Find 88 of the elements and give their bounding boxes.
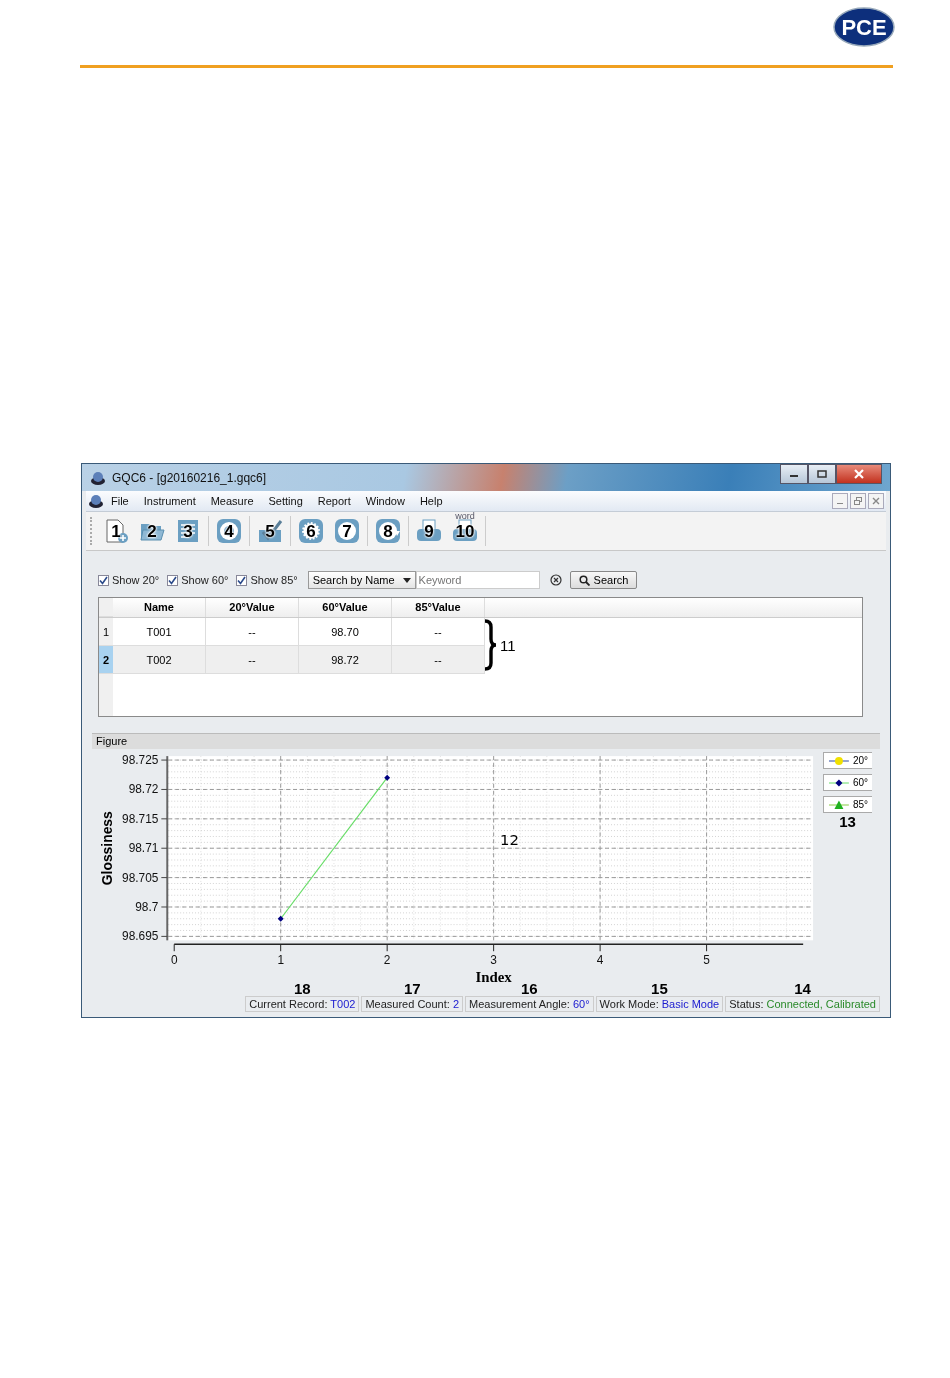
window-title: GQC6 - [g20160216_1.gqc6] — [112, 470, 267, 485]
column-header[interactable]: 85°Value — [392, 598, 485, 617]
data-point — [384, 774, 391, 781]
toolbar-button[interactable]: 7 — [331, 515, 363, 547]
y-tick-label: 98.715 — [122, 811, 159, 826]
table-cell: -- — [392, 646, 485, 674]
brace-icon — [483, 619, 497, 671]
y-tick-label: 98.7 — [135, 899, 159, 914]
new-icon — [103, 518, 129, 544]
status-field: Work Mode: Basic Mode — [595, 996, 724, 1012]
x-tick-label: 0 — [170, 953, 178, 968]
callout-number: 16 — [520, 982, 538, 996]
cycle-icon — [375, 518, 401, 544]
callout-number: 11 — [500, 636, 516, 654]
status-field: Measured Count: 2 — [361, 996, 463, 1012]
logo: PCE — [833, 7, 895, 47]
clear-icon[interactable] — [549, 574, 562, 586]
app-icon — [90, 470, 106, 485]
checkbox-label: Show 20° — [112, 574, 160, 586]
toolbar-button[interactable]: 8 — [372, 515, 404, 547]
restore-icon — [854, 497, 862, 505]
callout-number: 15 — [651, 982, 668, 996]
table-cell: 98.72 — [299, 646, 392, 674]
y-tick-label: 98.695 — [122, 929, 159, 944]
toolbar-button[interactable]: 6 — [295, 515, 327, 547]
toolbar-button[interactable]: 1 — [100, 515, 132, 547]
close-button[interactable] — [836, 464, 882, 484]
column-header[interactable]: 20°Value — [206, 598, 299, 617]
panel-title: Figure — [92, 733, 880, 749]
legend-item: 85° — [823, 796, 872, 813]
x-tick-label: 2 — [383, 953, 391, 968]
checkbox-label: Show 85° — [250, 574, 298, 586]
search-button[interactable]: Search — [569, 571, 638, 589]
close-icon — [853, 469, 865, 479]
menu-item[interactable]: Window — [358, 495, 413, 507]
menu-item[interactable]: Report — [310, 495, 359, 507]
search-mode-dropdown[interactable]: Search by Name — [307, 571, 416, 589]
callout-number: 12 — [500, 831, 519, 850]
y-tick-label: 98.705 — [122, 870, 159, 885]
legend-item: 60° — [823, 774, 872, 791]
y-tick-label: 98.71 — [128, 841, 159, 856]
checkbox[interactable] — [98, 574, 109, 586]
y-tick-label: 98.725 — [122, 753, 159, 768]
menu-item[interactable]: Help — [412, 495, 451, 507]
x-tick-label: 1 — [277, 953, 284, 968]
x-tick-label: 3 — [490, 953, 497, 968]
toolbar-button[interactable]: 2 — [136, 515, 168, 547]
status-field: Status: Connected, Calibrated — [725, 996, 880, 1012]
list-icon — [175, 518, 201, 544]
x-axis-title: Index — [475, 968, 512, 985]
caret-icon — [402, 577, 411, 583]
maximize-button[interactable] — [808, 464, 836, 484]
dial-icon — [298, 518, 324, 544]
search-icon — [578, 574, 590, 586]
close-button[interactable] — [868, 493, 884, 509]
corner-header — [99, 598, 113, 617]
column-header[interactable]: 60°Value — [299, 598, 392, 617]
row-number: 2 — [99, 646, 113, 674]
restore-button[interactable] — [850, 493, 866, 509]
x-tick-label: 4 — [596, 953, 604, 968]
badge-icon — [334, 518, 360, 544]
x-tick-label: 5 — [703, 953, 710, 968]
y-axis-title: Glossiness — [98, 811, 115, 886]
checkbox[interactable] — [167, 574, 179, 586]
checkbox-label: Show 60° — [181, 574, 229, 586]
menu-item[interactable]: Instrument — [136, 495, 204, 507]
callout-number: 13 — [838, 813, 857, 830]
callout-number: 18 — [294, 982, 311, 996]
minimize-button[interactable] — [780, 464, 808, 484]
column-header[interactable]: Name — [113, 598, 206, 617]
maximize-icon — [817, 470, 827, 478]
status-field: Current Record: T002 — [245, 996, 360, 1012]
callout-number: 17 — [403, 982, 421, 996]
status-field: Measurement Angle: 60° — [465, 996, 594, 1012]
callout-number: 14 — [794, 982, 811, 996]
data-point — [277, 915, 284, 922]
keyword-field[interactable]: Keyword — [415, 571, 540, 589]
y-tick-label: 98.72 — [128, 782, 159, 797]
table-cell: -- — [206, 646, 299, 674]
menu-item[interactable]: Measure — [203, 495, 262, 507]
legend-item: 20° — [823, 752, 872, 769]
table-cell: T002 — [113, 646, 206, 674]
checkbox[interactable] — [236, 574, 248, 586]
menu-item[interactable]: File — [104, 495, 137, 507]
menu-item[interactable]: Setting — [261, 495, 311, 507]
close-icon — [872, 497, 880, 505]
app-icon — [88, 494, 104, 508]
toolbar-button[interactable]: 3 — [172, 515, 204, 547]
